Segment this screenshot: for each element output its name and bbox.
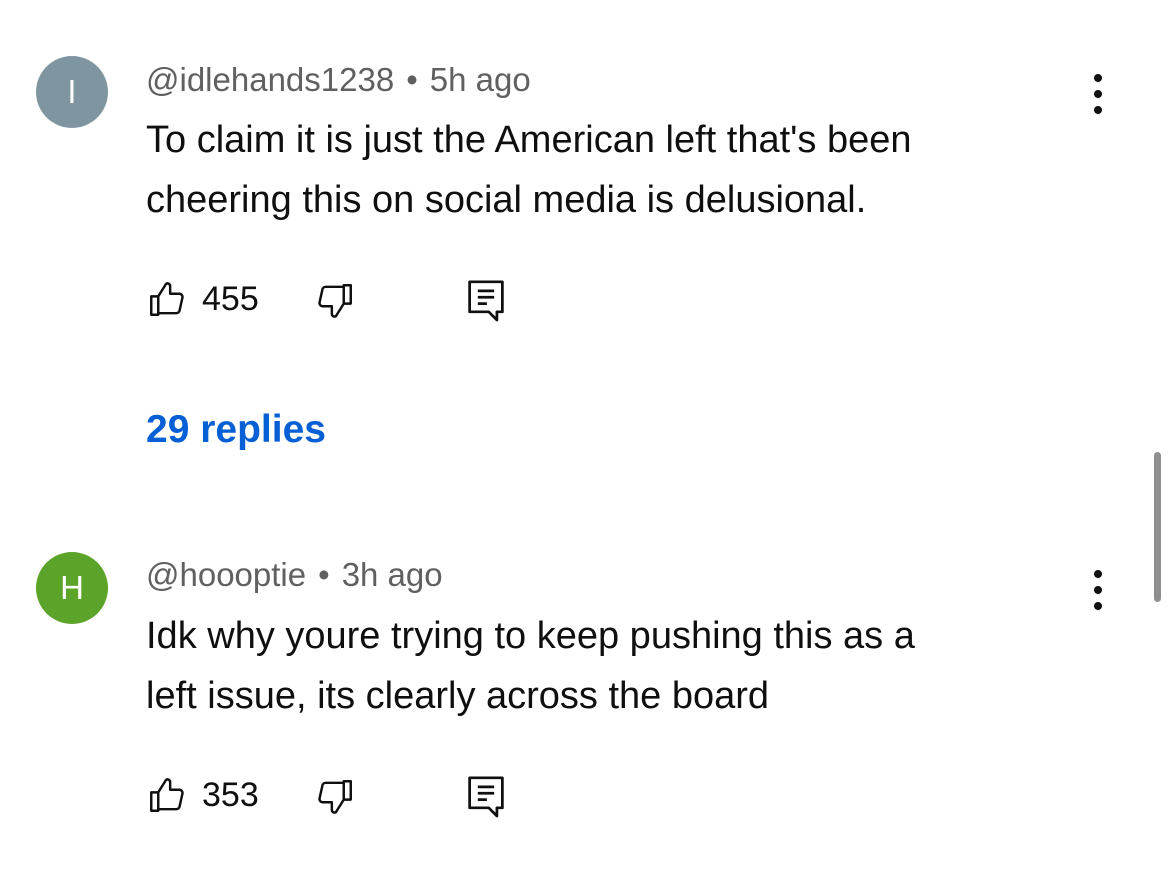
thumbs-down-icon (318, 780, 352, 814)
reply-button[interactable] (466, 278, 506, 322)
more-options-button[interactable] (1078, 70, 1118, 118)
like-count: 455 (202, 280, 259, 318)
thumbs-up-icon (150, 282, 184, 316)
like-count: 353 (202, 776, 259, 814)
comment-text-line: cheering this on social media is delusio… (146, 179, 867, 221)
meta-separator: • (318, 556, 330, 593)
comment-text: To claim it is just the American left th… (146, 110, 1066, 230)
reply-comment-icon (468, 776, 504, 818)
comment-timestamp[interactable]: 5h ago (430, 61, 531, 98)
like-button[interactable]: 353 (146, 774, 259, 816)
comment-text-line: left issue, its clearly across the board (146, 675, 770, 717)
comment-text-line: Idk why youre trying to keep pushing thi… (146, 615, 915, 657)
avatar-letter: H (60, 569, 84, 606)
more-options-button[interactable] (1078, 566, 1118, 614)
scrollbar-thumb[interactable] (1154, 452, 1161, 602)
more-vertical-icon (1094, 570, 1102, 578)
dislike-button[interactable] (314, 776, 356, 818)
comment-timestamp[interactable]: 3h ago (342, 556, 443, 593)
thumbs-up-icon (150, 778, 184, 812)
reply-comment-icon (468, 280, 504, 322)
comment-text-line: To claim it is just the American left th… (146, 119, 912, 161)
avatar[interactable]: H (36, 552, 108, 624)
meta-separator: • (406, 61, 418, 98)
dislike-button[interactable] (314, 280, 356, 322)
avatar-letter: I (67, 73, 77, 110)
view-replies-link[interactable]: 29 replies (146, 408, 326, 452)
comment-meta: @hoooptie • 3h ago (146, 555, 443, 595)
comment-meta: @idlehands1238 • 5h ago (146, 60, 531, 100)
author-handle[interactable]: @idlehands1238 (146, 61, 394, 98)
avatar[interactable]: I (36, 56, 108, 128)
more-vertical-icon (1094, 74, 1102, 82)
thumbs-down-icon (318, 284, 352, 318)
like-button[interactable]: 455 (146, 278, 259, 320)
comment-text: Idk why youre trying to keep pushing thi… (146, 606, 1066, 726)
author-handle[interactable]: @hoooptie (146, 556, 306, 593)
reply-button[interactable] (466, 774, 506, 818)
